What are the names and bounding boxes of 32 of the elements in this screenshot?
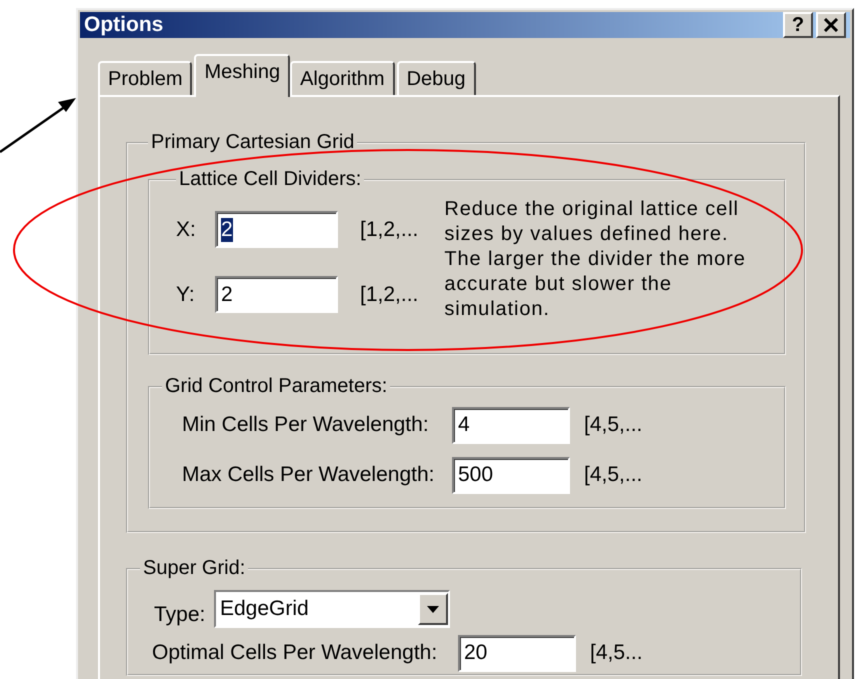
tab[interactable]: Problem bbox=[98, 61, 192, 95]
tab[interactable]: Meshing bbox=[194, 54, 290, 97]
field-label: Y: bbox=[176, 282, 196, 306]
group-title: Super Grid: bbox=[142, 557, 246, 580]
field-label: Max Cells Per Wavelength: bbox=[181, 463, 436, 487]
field-label: Type: bbox=[153, 602, 206, 627]
tab[interactable]: Algorithm bbox=[290, 61, 395, 95]
input-field[interactable]: 2 bbox=[215, 211, 338, 248]
field-label: Optimal Cells Per Wavelength: bbox=[151, 641, 438, 665]
input-field[interactable]: 20 bbox=[458, 634, 576, 672]
field-label: X: bbox=[176, 218, 197, 242]
dropdown-button[interactable] bbox=[418, 593, 448, 625]
group-title: Primary Cartesian Grid bbox=[150, 131, 356, 154]
group-title: Grid Control Parameters: bbox=[164, 375, 388, 398]
input-field[interactable]: 4 bbox=[452, 406, 570, 444]
close-icon bbox=[823, 18, 839, 32]
range-hint: [1,2,... bbox=[360, 218, 418, 242]
input-field[interactable]: 2 bbox=[215, 276, 338, 313]
range-hint: [4,5,... bbox=[584, 463, 642, 487]
description-text: Reduce the original lattice cell sizes by values defined here. The larger the divider the more accurate but slower the simulation. bbox=[444, 197, 747, 322]
range-hint: [1,2,... bbox=[360, 282, 418, 306]
tab[interactable]: Debug bbox=[396, 61, 476, 95]
help-button[interactable]: ? bbox=[783, 12, 813, 38]
close-button[interactable] bbox=[816, 12, 846, 38]
caret-icon bbox=[427, 606, 439, 612]
range-hint: [4,5... bbox=[590, 641, 643, 665]
window-title: Options bbox=[84, 13, 164, 37]
input-field[interactable]: 500 bbox=[452, 456, 570, 494]
range-hint: [4,5,... bbox=[584, 413, 642, 437]
field-label: Min Cells Per Wavelength: bbox=[181, 413, 430, 437]
type-dropdown[interactable]: EdgeGrid bbox=[214, 590, 450, 628]
group-title: Lattice Cell Dividers: bbox=[178, 168, 362, 191]
